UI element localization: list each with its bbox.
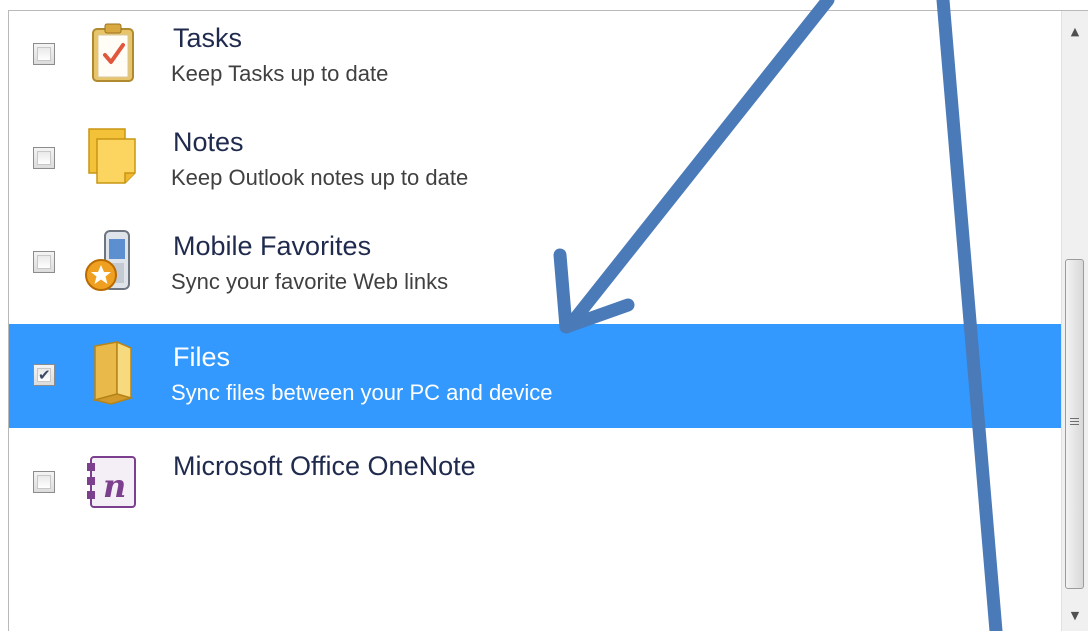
sync-items-list: Tasks Keep Tasks up to date Notes Keep O… — [9, 11, 1062, 631]
tasks-subtitle: Keep Tasks up to date — [171, 61, 389, 86]
mobile-favorites-icon — [81, 227, 145, 297]
sync-items-pane: Tasks Keep Tasks up to date Notes Keep O… — [8, 10, 1088, 631]
list-item-notes[interactable]: Notes Keep Outlook notes up to date — [9, 105, 1062, 209]
onenote-checkbox[interactable] — [33, 471, 55, 493]
files-checkbox[interactable] — [33, 364, 55, 386]
tasks-title: Tasks — [173, 23, 243, 53]
notes-subtitle: Keep Outlook notes up to date — [171, 165, 469, 190]
mobile-favorites-subtitle: Sync your favorite Web links — [171, 269, 449, 294]
list-item-onenote[interactable]: n Microsoft Office OneNote — [9, 429, 1062, 533]
scroll-up-arrow-icon[interactable]: ▲ — [1062, 17, 1088, 47]
onenote-icon: n — [81, 447, 145, 517]
files-title: Files — [173, 342, 231, 372]
scroll-down-arrow-icon[interactable]: ▼ — [1062, 601, 1088, 631]
onenote-title: Microsoft Office OneNote — [173, 451, 476, 481]
tasks-checkbox[interactable] — [33, 43, 55, 65]
files-subtitle: Sync files between your PC and device — [171, 380, 553, 405]
svg-text:n: n — [103, 467, 126, 505]
notes-title: Notes — [173, 127, 244, 157]
list-item-tasks[interactable]: Tasks Keep Tasks up to date — [9, 1, 1062, 105]
notes-checkbox[interactable] — [33, 147, 55, 169]
mobile-favorites-checkbox[interactable] — [33, 251, 55, 273]
list-item-files[interactable]: Files Sync files between your PC and dev… — [9, 324, 1062, 428]
vertical-scrollbar[interactable]: ▲ ▼ — [1061, 11, 1088, 631]
list-item-mobile-favorites[interactable]: Mobile Favorites Sync your favorite Web … — [9, 209, 1062, 313]
mobile-favorites-title: Mobile Favorites — [173, 231, 372, 261]
scrollbar-grip-icon — [1070, 418, 1079, 427]
tasks-clipboard-icon — [81, 19, 145, 89]
scrollbar-thumb[interactable] — [1065, 259, 1084, 589]
files-folder-icon — [81, 338, 145, 408]
notes-icon — [81, 123, 145, 193]
